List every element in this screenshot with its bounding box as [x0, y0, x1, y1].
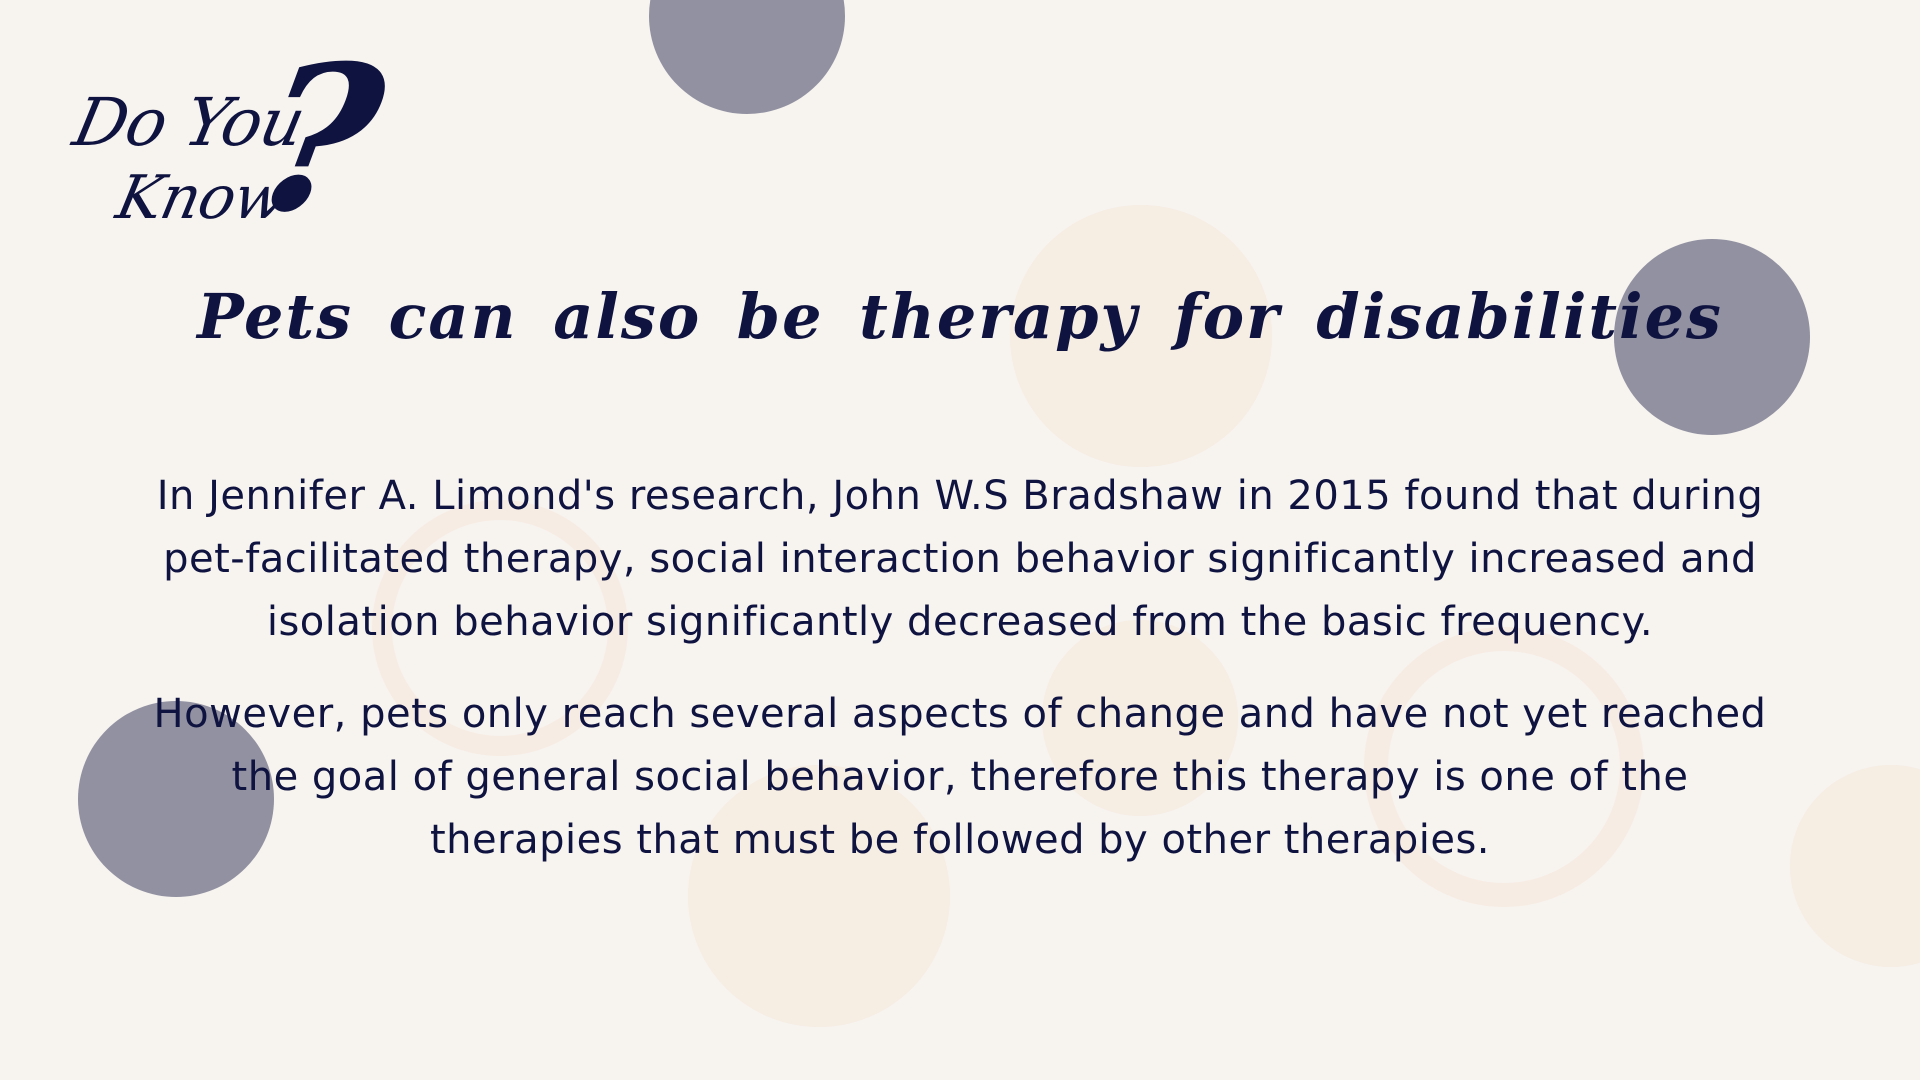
gray-circle-top: [649, 0, 845, 114]
paragraph-1: In Jennifer A. Limond's research, John W…: [156, 473, 1764, 645]
question-mark: ?: [239, 22, 398, 257]
slide-title: Pets can also be therapy for disabilitie…: [197, 280, 1723, 353]
paragraph-2: However, pets only reach several aspects…: [153, 691, 1767, 863]
do-you-know-heading: Do You Know ?: [67, 22, 398, 257]
slide: Do You Know ? Pets can also be therapy f…: [0, 0, 1920, 1080]
peach-circle-right-edge: [1790, 765, 1920, 967]
